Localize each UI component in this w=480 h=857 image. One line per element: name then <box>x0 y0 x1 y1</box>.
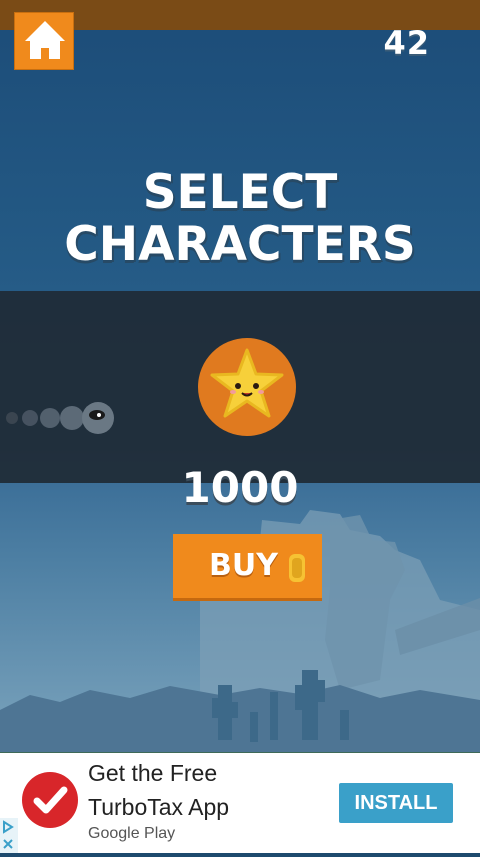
ad-store-label: Google Play <box>88 825 176 842</box>
home-icon <box>25 21 65 59</box>
score-counter: 42 <box>383 24 430 62</box>
previous-character-trail-icon[interactable] <box>0 400 120 436</box>
install-button[interactable]: INSTALL <box>339 783 453 823</box>
star-character-icon <box>210 348 284 418</box>
coin-icon <box>289 554 305 582</box>
ad-choices-icon[interactable] <box>0 818 18 853</box>
page-title-line1: SELECT <box>142 165 338 220</box>
background-landscape <box>0 510 480 753</box>
buy-button[interactable]: BUY <box>173 534 322 601</box>
ad-headline-line1[interactable]: Get the Free <box>88 760 217 787</box>
character-price: 1000 <box>181 463 299 512</box>
page-title-line2: CHARACTERS <box>64 217 416 272</box>
character-selector[interactable] <box>198 338 296 436</box>
ad-headline-line2[interactable]: TurboTax App <box>88 794 229 821</box>
turbotax-logo-icon[interactable] <box>22 772 78 828</box>
home-button[interactable] <box>14 12 74 70</box>
buy-button-label: BUY <box>209 548 278 583</box>
